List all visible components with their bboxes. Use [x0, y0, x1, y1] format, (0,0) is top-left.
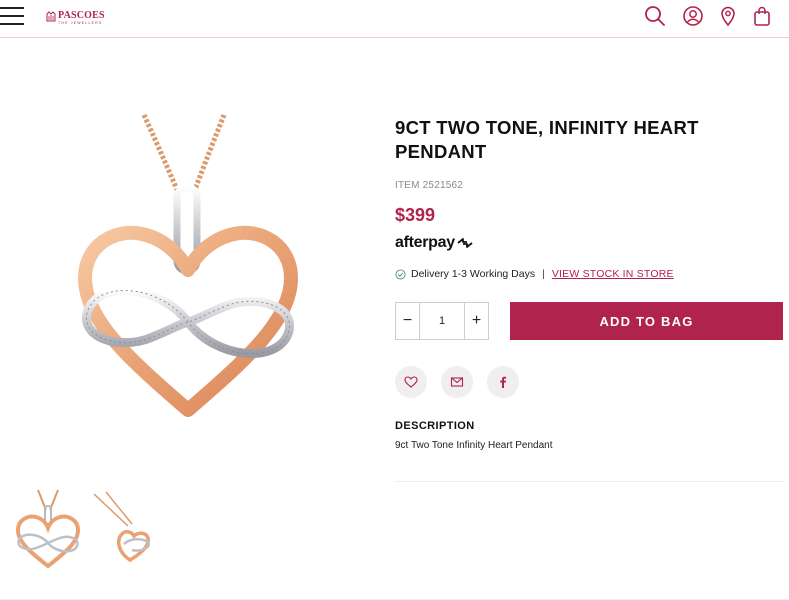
- product-main-image[interactable]: [60, 110, 320, 440]
- quantity-increase-button[interactable]: +: [465, 303, 488, 339]
- section-divider: [395, 481, 783, 482]
- thumbnail-front[interactable]: [8, 488, 88, 569]
- site-header: PASCOES THE JEWELLERS: [0, 0, 789, 38]
- afterpay-logo-icon: [457, 238, 473, 248]
- menu-icon[interactable]: [0, 5, 24, 27]
- product-info: 9CT TWO TONE, INFINITY HEART PENDANT ITE…: [395, 116, 785, 280]
- crest-icon: [46, 11, 56, 22]
- facebook-icon: [500, 376, 507, 388]
- delivery-info: Delivery 1-3 Working Days | VIEW STOCK I…: [395, 268, 785, 280]
- quantity-input[interactable]: 1: [419, 303, 465, 339]
- brand-tagline: THE JEWELLERS: [58, 21, 103, 25]
- facebook-share-button[interactable]: [487, 366, 519, 398]
- afterpay-label: afterpay: [395, 234, 455, 251]
- view-stock-link[interactable]: VIEW STOCK IN STORE: [552, 268, 674, 280]
- product-title: 9CT TWO TONE, INFINITY HEART PENDANT: [395, 117, 699, 162]
- quantity-stepper: − 1 +: [395, 302, 489, 340]
- quantity-decrease-button[interactable]: −: [396, 303, 419, 339]
- account-icon[interactable]: [682, 5, 704, 27]
- brand-name: PASCOES: [58, 10, 105, 21]
- search-icon[interactable]: [644, 5, 666, 27]
- product-price: $399: [395, 205, 436, 225]
- bag-icon[interactable]: [751, 5, 773, 27]
- thumbnail-side[interactable]: [88, 488, 168, 568]
- site-logo[interactable]: PASCOES THE JEWELLERS: [46, 10, 105, 26]
- store-locator-icon[interactable]: [717, 5, 739, 27]
- check-circle-icon: [395, 268, 406, 280]
- delivery-text: Delivery 1-3 Working Days: [411, 268, 536, 280]
- item-number: ITEM 2521562: [395, 180, 463, 191]
- delivery-separator: |: [542, 268, 545, 280]
- afterpay-badge[interactable]: afterpay: [395, 234, 785, 252]
- description-text: 9ct Two Tone Infinity Heart Pendant: [395, 440, 553, 451]
- heart-icon: [404, 376, 418, 388]
- add-to-bag-button[interactable]: ADD TO BAG: [510, 302, 783, 340]
- email-share-button[interactable]: [441, 366, 473, 398]
- email-icon: [450, 377, 464, 387]
- wishlist-button[interactable]: [395, 366, 427, 398]
- purchase-row: − 1 + ADD TO BAG: [395, 302, 783, 340]
- description-heading: DESCRIPTION: [395, 420, 475, 432]
- share-actions: [395, 366, 533, 398]
